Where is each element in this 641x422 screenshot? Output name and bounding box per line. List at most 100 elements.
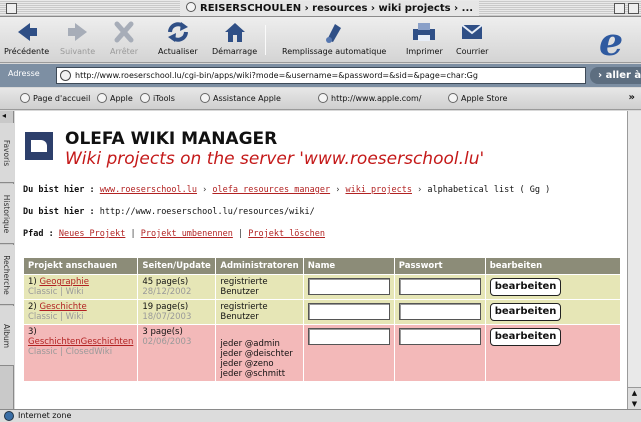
collapse-box-icon[interactable] <box>628 3 639 14</box>
new-project-link[interactable]: Neues Projekt <box>59 229 126 239</box>
favorites-more-button[interactable]: » <box>629 92 635 103</box>
ie-page-icon <box>186 2 196 12</box>
pages-cell: 3 page(s) 02/06/2003 <box>137 324 217 382</box>
forward-button[interactable]: Suivante <box>60 20 95 56</box>
olefa-logo-icon <box>25 132 53 160</box>
side-tab-album[interactable]: Album <box>0 306 14 366</box>
fav-apple[interactable]: Apple <box>97 93 133 103</box>
name-input[interactable] <box>307 303 390 320</box>
autofill-button[interactable]: Remplissage automatique <box>282 20 386 56</box>
autofill-icon <box>326 24 342 43</box>
name-input[interactable] <box>307 328 390 345</box>
home-label: Démarrage <box>212 47 258 56</box>
project-type: Classic | Wiki <box>28 312 84 322</box>
breadcrumb-separator: › <box>202 185 208 195</box>
col-header-password: Passwort <box>393 257 486 275</box>
stop-button[interactable]: Arrêter <box>110 20 138 56</box>
mail-label: Courrier <box>456 47 489 56</box>
page-subtitle: Wiki projects on the server 'www.roesers… <box>65 149 485 169</box>
favorite-icon <box>448 93 458 103</box>
vertical-scrollbar[interactable]: ▲ ▼ <box>627 111 641 409</box>
mail-icon <box>461 24 483 39</box>
stop-x-icon <box>114 21 134 43</box>
side-tab-recherche[interactable]: Recherche <box>0 245 14 305</box>
pfad-label: Pfad : <box>23 229 54 239</box>
side-tab-historique[interactable]: Historique <box>0 184 14 244</box>
refresh-button[interactable]: Actualiser <box>158 20 198 56</box>
project-link[interactable]: Geschichte <box>39 302 86 312</box>
delete-project-link[interactable]: Projekt löschen <box>248 229 325 239</box>
edit-button[interactable]: bearbeiten <box>489 278 562 296</box>
name-cell <box>302 299 395 325</box>
row-number: 1) <box>28 277 37 287</box>
edit-button[interactable]: bearbeiten <box>489 328 562 346</box>
breadcrumb-link-wiki-projects[interactable]: wiki projects <box>345 185 412 195</box>
rename-project-link[interactable]: Projekt umbenennen <box>141 229 233 239</box>
svg-text:e: e <box>599 21 623 59</box>
password-input[interactable] <box>398 278 481 295</box>
edit-cell: bearbeiten <box>484 324 622 382</box>
password-input[interactable] <box>398 328 481 345</box>
table-row: 1) Geographie Classic | Wiki 45 page(s) … <box>22 274 622 300</box>
page-favicon-icon <box>60 70 71 81</box>
go-button[interactable]: › aller à <box>590 67 641 84</box>
forward-label: Suivante <box>60 47 96 56</box>
explorer-side-tabs: ◂ Favoris Historique Recherche Album <box>0 111 14 409</box>
path-label: Du bist hier : <box>23 207 95 217</box>
col-header-name: Name <box>302 257 395 275</box>
breadcrumb-link-home[interactable]: www.roeserschool.lu <box>100 185 197 195</box>
address-bar: Adresse http://www.roeserschool.lu/cgi-b… <box>0 64 641 87</box>
printer-icon <box>413 23 436 41</box>
project-cell: 3) GeschichtenGeschichten Classic | Clos… <box>22 324 139 382</box>
update-date: 28/12/2002 <box>142 287 192 297</box>
back-arrow-icon <box>17 23 37 41</box>
project-type: Classic | ClosedWiki <box>28 347 113 357</box>
fav-apple-com[interactable]: http://www.apple.com/ <box>318 93 421 103</box>
fav-assistance-apple[interactable]: Assistance Apple <box>200 93 281 103</box>
zoom-box-icon[interactable] <box>614 3 625 14</box>
autofill-label: Remplissage automatique <box>282 47 387 56</box>
back-label: Précédente <box>4 47 50 56</box>
col-header-project: Projekt anschauen <box>22 257 139 275</box>
admin-entry: jeder @deischter <box>220 349 293 359</box>
admin-entry: Benutzer <box>220 312 259 322</box>
fav-apple-store[interactable]: Apple Store <box>448 93 507 103</box>
breadcrumb: Du bist hier : www.roeserschool.lu › ole… <box>23 185 550 195</box>
path-value: http://www.roeserschool.lu/resources/wik… <box>99 207 315 217</box>
projects-table: Projekt anschauen Seiten/Update Administ… <box>22 257 622 382</box>
col-header-pages: Seiten/Update <box>137 257 217 275</box>
print-button[interactable]: Imprimer <box>406 20 443 56</box>
page-count: 19 page(s) <box>142 302 189 312</box>
back-button[interactable]: Précédente <box>4 20 49 56</box>
row-number: 3) <box>28 327 37 337</box>
side-tab-favoris[interactable]: Favoris <box>0 123 14 183</box>
password-input[interactable] <box>398 303 481 320</box>
breadcrumb-current: alphabetical list ( Gg ) <box>427 185 551 195</box>
breadcrumb-link-resources[interactable]: olefa resources manager <box>212 185 330 195</box>
scroll-arrows-icon[interactable]: ▲ ▼ <box>628 387 641 409</box>
side-tab-grip-icon[interactable]: ◂ <box>2 111 12 121</box>
fav-page-accueil[interactable]: Page d'accueil <box>20 93 90 103</box>
password-cell <box>393 299 486 325</box>
internet-explorer-logo-icon: e <box>599 21 623 59</box>
update-date: 18/07/2003 <box>142 312 192 322</box>
toolbar: Précédente Suivante Arrêter Actualiser D… <box>0 17 641 63</box>
fav-itools[interactable]: iTools <box>140 93 175 103</box>
project-link[interactable]: GeschichtenGeschichten <box>28 337 133 347</box>
col-header-edit: bearbeiten <box>484 257 622 275</box>
mail-button[interactable]: Courrier <box>456 20 488 56</box>
print-label: Imprimer <box>406 47 443 56</box>
name-cell <box>302 324 395 382</box>
project-link[interactable]: Geographie <box>39 277 89 287</box>
breadcrumb-label: Du bist hier : <box>23 185 95 195</box>
window-title-bar[interactable]: REISERSCHOULEN › resources › wiki projec… <box>0 0 641 17</box>
pfad-actions: Pfad : Neues Projekt | Projekt umbenenne… <box>23 229 325 239</box>
edit-button[interactable]: bearbeiten <box>489 303 562 321</box>
home-button[interactable]: Démarrage <box>212 20 257 56</box>
home-icon <box>224 23 245 42</box>
name-input[interactable] <box>307 278 390 295</box>
url-input[interactable]: http://www.roeserschool.lu/cgi-bin/apps/… <box>56 67 586 84</box>
close-box-icon[interactable] <box>6 3 17 14</box>
forward-arrow-icon <box>67 23 87 41</box>
row-number: 2) <box>28 302 37 312</box>
